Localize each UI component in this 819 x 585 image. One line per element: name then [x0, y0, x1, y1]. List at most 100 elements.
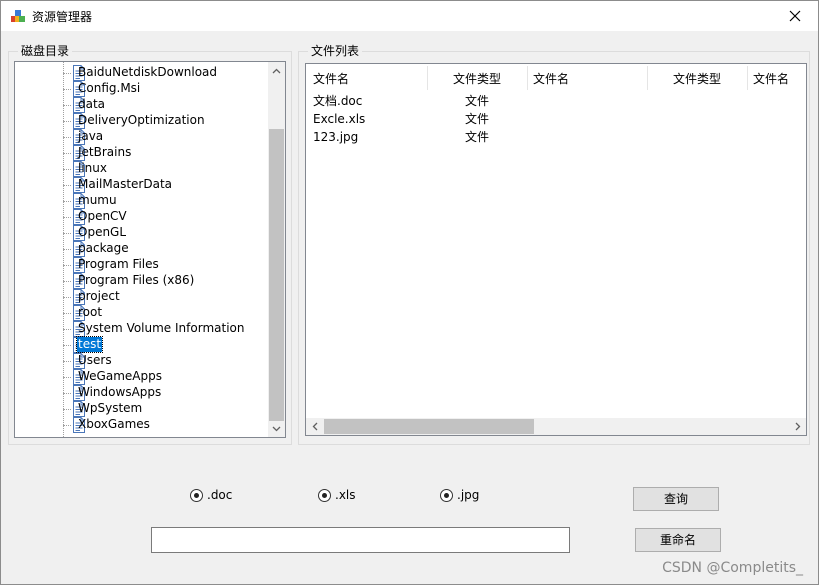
tree-item[interactable]: mumu	[15, 193, 265, 209]
tree-item[interactable]: java	[15, 129, 265, 145]
tree-connector	[63, 377, 71, 378]
tree-item-label: test	[75, 336, 104, 353]
tree-item-label: OpenCV	[78, 209, 127, 223]
tree-item[interactable]: XboxGames	[15, 417, 265, 433]
tree-item[interactable]: WindowsApps	[15, 385, 265, 401]
xls-filter-radio[interactable]: .xls	[318, 487, 356, 503]
file-list-label: 文件列表	[308, 44, 363, 58]
tree-item-label: WpSystem	[78, 401, 143, 415]
tree-scroll-thumb[interactable]	[269, 129, 284, 421]
tree-connector	[63, 265, 71, 266]
file-row[interactable]: Excle.xls 文件	[306, 110, 786, 128]
tree-item[interactable]: BaiduNetdiskDownload	[15, 65, 265, 81]
list-horizontal-scrollbar[interactable]	[306, 418, 806, 435]
tree-connector	[63, 345, 71, 346]
tree-item[interactable]: data	[15, 97, 265, 113]
tree-item-label: root	[78, 305, 103, 319]
column-header[interactable]: 文件类型	[673, 64, 721, 89]
chevron-right-icon	[795, 422, 800, 431]
tree-item[interactable]: Config.Msi	[15, 81, 265, 97]
doc-filter-radio[interactable]: .doc	[190, 487, 232, 503]
file-type-cell: 文件	[465, 94, 490, 108]
column-header[interactable]: 文件名	[533, 64, 569, 89]
column-header[interactable]: 文件名	[753, 64, 789, 89]
csdn-watermark: CSDN @Completits_	[662, 560, 803, 576]
jpg-filter-radio[interactable]: .jpg	[440, 487, 479, 503]
tree-connector	[63, 73, 71, 74]
title-bar: 资源管理器	[1, 1, 818, 31]
chevron-left-icon	[312, 422, 317, 431]
tree-item[interactable]: OpenGL	[15, 225, 265, 241]
tree-item[interactable]: OpenCV	[15, 209, 265, 225]
tree-item[interactable]: System Volume Information	[15, 321, 265, 337]
file-name-cell: Excle.xls	[313, 112, 366, 126]
tree-connector	[63, 217, 71, 218]
xls-radio-circle[interactable]	[318, 488, 331, 502]
tree-item[interactable]: JetBrains	[15, 145, 265, 161]
scroll-up-arrow[interactable]	[268, 62, 285, 79]
rename-button[interactable]: 重命名	[635, 528, 721, 552]
tree-item-label: Program Files (x86)	[78, 273, 195, 287]
jpg-filter-label: .jpg	[457, 488, 480, 502]
tree-item-label: java	[78, 129, 104, 143]
column-separator[interactable]	[527, 66, 528, 90]
close-button[interactable]	[772, 1, 818, 31]
list-scroll-thumb[interactable]	[324, 419, 534, 434]
column-separator[interactable]	[747, 66, 748, 90]
xls-filter-label: .xls	[335, 488, 356, 502]
close-icon	[789, 10, 801, 22]
tree-item-label: mumu	[78, 193, 117, 207]
disk-directory-label: 磁盘目录	[18, 44, 73, 58]
tree-item[interactable]: DeliveryOptimization	[15, 113, 265, 129]
tree-connector	[63, 361, 71, 362]
app-icon	[11, 10, 25, 22]
tree-connector	[63, 233, 71, 234]
tree-item[interactable]: WeGameApps	[15, 369, 265, 385]
tree-item[interactable]: MailMasterData	[15, 177, 265, 193]
scroll-left-arrow[interactable]	[306, 418, 323, 435]
tree-item-label: JetBrains	[78, 145, 132, 159]
tree-connector	[63, 201, 71, 202]
tree-item-label: OpenGL	[78, 225, 127, 239]
directory-tree[interactable]: BaiduNetdiskDownload Config.Msi data Delive…	[14, 61, 286, 438]
file-row[interactable]: 123.jpg 文件	[306, 128, 786, 146]
tree-vertical-scrollbar[interactable]	[268, 62, 285, 437]
tree-item[interactable]: linux	[15, 161, 265, 177]
tree-item[interactable]: WpSystem	[15, 401, 265, 417]
tree-item[interactable]: project	[15, 289, 265, 305]
tree-item[interactable]: Program Files	[15, 257, 265, 273]
file-name-cell: 文档.doc	[313, 94, 363, 108]
tree-item[interactable]: root	[15, 305, 265, 321]
tree-connector	[63, 249, 71, 250]
tree-item-label: Program Files	[78, 257, 159, 271]
column-header[interactable]: 文件名	[313, 64, 349, 89]
chevron-down-icon	[272, 426, 281, 431]
tree-item-label: DeliveryOptimization	[78, 113, 205, 127]
tree-item-label: MailMasterData	[78, 177, 173, 191]
file-type-cell: 文件	[465, 130, 490, 144]
tree-connector	[63, 409, 71, 410]
column-separator[interactable]	[427, 66, 428, 90]
scroll-down-arrow[interactable]	[268, 420, 285, 437]
file-row[interactable]: 文档.doc 文件	[306, 92, 786, 110]
tree-item[interactable]: Program Files (x86)	[15, 273, 265, 289]
file-list-view[interactable]: 文件名 文件类型 文件名 文件类型 文件名 文档.doc 文件 Excle.xls 文件 123…	[305, 63, 807, 436]
tree-item[interactable]: test	[15, 336, 265, 353]
tree-item-label: data	[78, 97, 106, 111]
chevron-up-icon	[272, 68, 281, 73]
rename-input[interactable]	[151, 527, 570, 553]
tree-item[interactable]: Users	[15, 353, 265, 369]
tree-item-label: BaiduNetdiskDownload	[78, 65, 218, 79]
tree-item[interactable]: package	[15, 241, 265, 257]
query-button[interactable]: 查询	[633, 487, 719, 511]
jpg-radio-circle[interactable]	[440, 488, 453, 502]
scroll-right-arrow[interactable]	[789, 418, 806, 435]
tree-item-label: Users	[78, 353, 112, 367]
doc-radio-circle[interactable]	[190, 488, 203, 502]
tree-connector	[63, 313, 71, 314]
column-header[interactable]: 文件类型	[453, 64, 501, 89]
column-separator[interactable]	[647, 66, 648, 90]
tree-connector	[63, 297, 71, 298]
tree-connector	[63, 169, 71, 170]
tree-connector	[63, 137, 71, 138]
